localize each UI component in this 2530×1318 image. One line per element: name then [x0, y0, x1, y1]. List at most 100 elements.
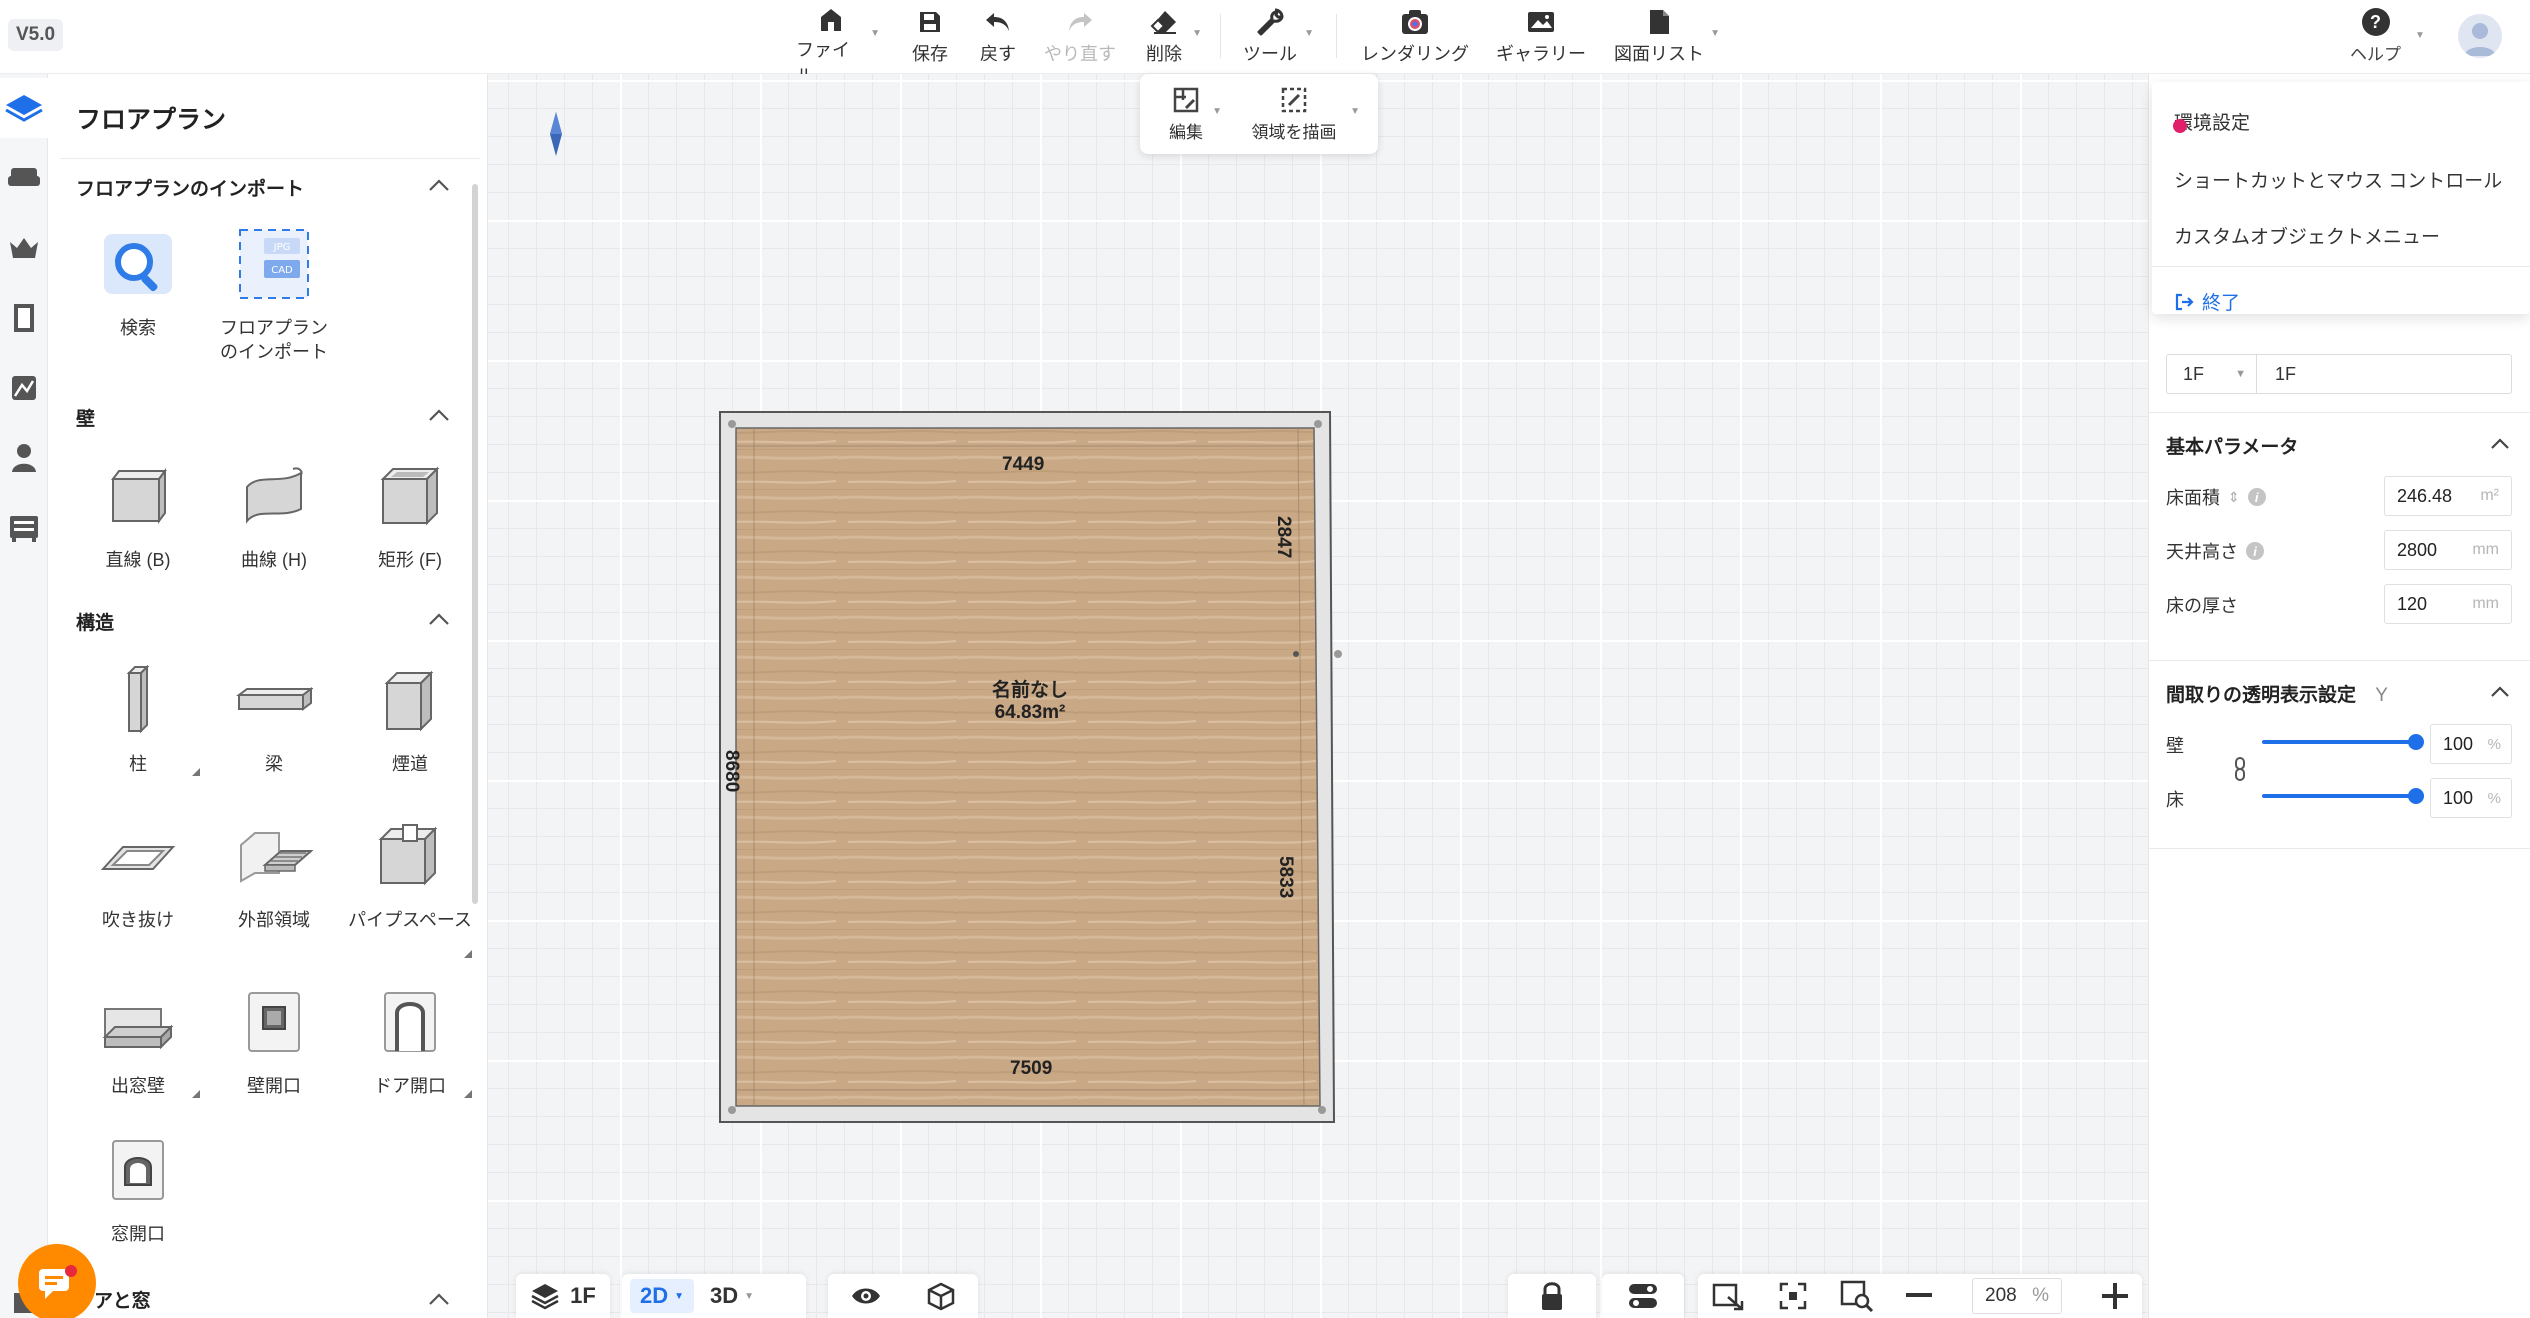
link-icon[interactable]	[2232, 756, 2248, 782]
outdoor-area-item[interactable]: 外部領域	[206, 814, 342, 932]
view-2d-button[interactable]: 2D ▼	[630, 1279, 695, 1313]
pipe-space-item[interactable]: パイプスペース	[342, 814, 478, 958]
slider-knob[interactable]	[2408, 734, 2424, 750]
room-name: 名前なし	[991, 680, 1068, 701]
draw-region-button[interactable]: 領域を描画 ▼	[1244, 84, 1360, 144]
redo-button[interactable]: やり直す	[1040, 6, 1120, 66]
floor-area-label: 床面積 ⇕ i	[2166, 484, 2266, 510]
chevron-up-icon[interactable]	[2490, 438, 2510, 450]
delete-button[interactable]: 削除 ▼	[1140, 6, 1202, 66]
section-import-header: フロアプランのインポート	[76, 179, 305, 200]
zoom-in-icon[interactable]	[2102, 1283, 2128, 1309]
floor-thickness-field[interactable]: 120 mm	[2384, 584, 2512, 624]
chevron-up-icon[interactable]	[2490, 686, 2510, 698]
floor-area-field[interactable]: 246.48 m²	[2384, 476, 2512, 516]
drawing-list-button[interactable]: 図面リスト ▼	[1612, 6, 1720, 66]
rail-storage[interactable]	[0, 498, 48, 558]
transparency-header-text: 間取りの透明表示設定	[2166, 685, 2357, 706]
beam-item[interactable]: 梁	[206, 658, 342, 776]
panel-scrollbar[interactable]	[472, 184, 478, 904]
save-button[interactable]: 保存	[906, 6, 954, 66]
menu-item-shortcuts[interactable]: ショートカットとマウス コントロール	[2174, 166, 2502, 193]
eye-icon[interactable]	[850, 1285, 882, 1307]
dimension-bottom[interactable]: 7509	[1010, 1058, 1052, 1080]
focus-frame-icon[interactable]	[1778, 1281, 1808, 1311]
rail-doors[interactable]	[0, 288, 48, 348]
ceiling-height-field[interactable]: 2800 mm	[2384, 530, 2512, 570]
wall-opacity-slider[interactable]	[2262, 734, 2424, 750]
floorplan-canvas[interactable]: 7449 7509 8680 2847 5833 名前なし 64.83m²	[488, 74, 2148, 1318]
zoom-out-icon[interactable]	[1906, 1293, 1932, 1299]
floor-selector[interactable]: 1F ▼ 1F	[2166, 354, 2512, 394]
help-icon: ?	[2361, 8, 2390, 36]
sort-icon[interactable]: ⇕	[2228, 489, 2240, 506]
dimension-left[interactable]: 8680	[720, 750, 742, 792]
save-icon	[914, 6, 946, 38]
edit-label: 編集	[1169, 123, 1203, 142]
chevron-up-icon[interactable]	[428, 178, 450, 192]
dimension-right-lower[interactable]: 5833	[1274, 856, 1296, 898]
menu-item-custom-objects[interactable]: カスタムオブジェクトメニュー	[2174, 222, 2440, 249]
chat-support-button[interactable]	[18, 1244, 96, 1318]
help-button[interactable]: ? ヘルプ	[2350, 8, 2401, 65]
view-3d-button[interactable]: 3D ▼	[702, 1279, 762, 1313]
undo-button[interactable]: 戻す	[974, 6, 1022, 66]
compass-icon[interactable]	[548, 110, 564, 158]
tools-menu-button[interactable]: ツール ▼	[1240, 6, 1314, 66]
chevron-up-icon[interactable]	[428, 408, 450, 422]
wall-rect-item[interactable]: 矩形 (F)	[342, 454, 478, 572]
wall-opacity-field[interactable]: 100 %	[2430, 724, 2512, 764]
edit-button[interactable]: 編集 ▼	[1160, 84, 1222, 144]
slider-knob[interactable]	[2408, 788, 2424, 804]
beam-label: 梁	[265, 754, 283, 774]
info-icon[interactable]: i	[2247, 488, 2266, 506]
void-item[interactable]: 吹き抜け	[70, 814, 206, 932]
avatar[interactable]	[2458, 14, 2502, 58]
menu-exit-button[interactable]: 終了	[2174, 288, 2240, 315]
wall-opening-icon	[232, 980, 316, 1064]
panel-divider	[2148, 848, 2530, 849]
fit-view-icon[interactable]	[1712, 1281, 1746, 1311]
section-walls-header: 壁	[76, 409, 96, 430]
door-opening-item[interactable]: ドア開口	[342, 980, 478, 1098]
zoom-region-icon[interactable]	[1840, 1280, 1874, 1312]
dimension-top[interactable]: 7449	[1002, 454, 1044, 476]
chevron-up-icon[interactable]	[428, 1292, 450, 1306]
rail-materials[interactable]	[0, 358, 48, 418]
floor-opacity-field[interactable]: 100 %	[2430, 778, 2512, 818]
file-menu-button[interactable]: ファイル ▼	[796, 6, 880, 86]
chevron-up-icon[interactable]	[428, 612, 450, 626]
floor-name-field[interactable]: 1F	[2257, 364, 2296, 385]
rail-people[interactable]	[0, 428, 48, 488]
wall-curved-item[interactable]: 曲線 (H)	[206, 454, 342, 572]
column-item[interactable]: 柱	[70, 658, 206, 776]
rail-floorplan[interactable]	[0, 78, 48, 138]
toggle-settings-button[interactable]	[1602, 1274, 1684, 1318]
room-floor[interactable]	[735, 427, 1321, 1107]
cube-icon[interactable]	[926, 1281, 956, 1311]
rail-furniture[interactable]	[0, 148, 48, 208]
flue-item[interactable]: 煙道	[342, 658, 478, 776]
floor-switcher[interactable]: 1F	[516, 1274, 610, 1318]
import-floorplan-item[interactable]: JPG CAD フロアプラン のインポート	[206, 222, 342, 364]
bay-window-wall-item[interactable]: 出窓壁	[70, 980, 206, 1098]
rail-premium[interactable]	[0, 218, 48, 278]
floor-opacity-value: 100	[2443, 787, 2474, 808]
room-label[interactable]: 名前なし 64.83m²	[970, 680, 1090, 724]
dimension-right-upper[interactable]: 2847	[1272, 516, 1294, 558]
rendering-button[interactable]: レンダリング	[1356, 6, 1474, 66]
gallery-button[interactable]: ギャラリー	[1494, 6, 1588, 66]
wall-curved-label: 曲線 (H)	[241, 550, 307, 570]
floor-dropdown[interactable]: 1F ▼	[2167, 355, 2257, 393]
info-icon[interactable]: i	[2246, 542, 2264, 560]
import-search-item[interactable]: 検索	[70, 222, 206, 340]
room-area: 64.83m²	[994, 702, 1066, 723]
chevron-down-icon: ▼	[2415, 30, 2425, 41]
lock-button[interactable]	[1508, 1274, 1596, 1318]
floor-opacity-slider[interactable]	[2262, 788, 2424, 804]
wall-opening-item[interactable]: 壁開口	[206, 980, 342, 1098]
zoom-level-field[interactable]: 208 %	[1972, 1278, 2062, 1314]
wall-straight-item[interactable]: 直線 (B)	[70, 454, 206, 572]
floor-thickness-value: 120	[2397, 593, 2428, 614]
window-opening-item[interactable]: 窓開口	[70, 1128, 206, 1246]
